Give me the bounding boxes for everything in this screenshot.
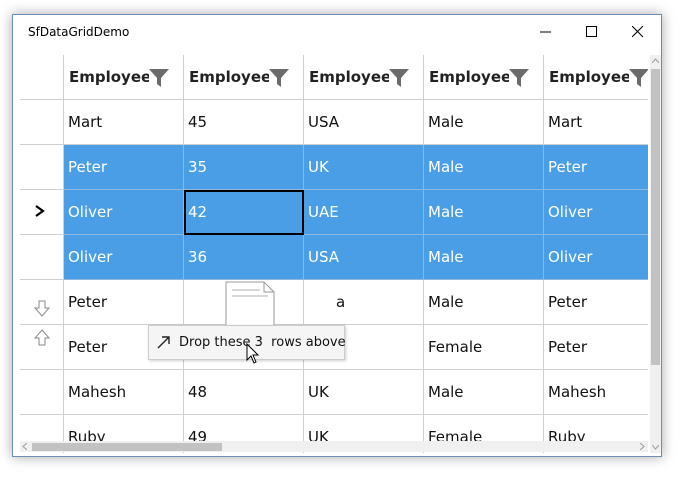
minimize-button[interactable] [523, 15, 569, 49]
current-cell[interactable]: 42 [184, 190, 304, 235]
vertical-scroll-thumb[interactable] [651, 69, 660, 365]
table-cell[interactable]: 48 [184, 370, 304, 415]
table-cell[interactable]: a [304, 280, 424, 325]
table-cell[interactable]: 45 [184, 100, 304, 145]
table-cell[interactable]: UAE [304, 190, 424, 235]
column-header-label: EmployeeGender [429, 68, 509, 86]
table-row[interactable]: Peter a Male Peter [20, 280, 648, 325]
table-cell[interactable]: USA [304, 235, 424, 280]
horizontal-scroll-thumb[interactable] [32, 443, 222, 451]
scroll-left-icon[interactable] [22, 443, 27, 450]
arrow-up-outline-icon [34, 329, 50, 346]
table-cell[interactable]: Oliver [64, 235, 184, 280]
scroll-up-icon[interactable] [652, 58, 659, 63]
column-header[interactable]: EmployeeGender [424, 55, 544, 100]
column-header-label: EmployeeCountry [309, 68, 389, 86]
arrow-down-outline-icon [34, 300, 50, 317]
title-bar[interactable]: SfDataGridDemo [13, 15, 661, 49]
table-cell[interactable]: Male [424, 190, 544, 235]
row-header-cell[interactable] [20, 370, 64, 415]
mouse-pointer-icon [246, 343, 260, 364]
maximize-icon [586, 26, 597, 37]
table-cell[interactable]: Oliver [544, 235, 648, 280]
horizontal-scrollbar[interactable] [20, 441, 648, 452]
table-cell[interactable]: 35 [184, 145, 304, 190]
column-header[interactable]: EmployeeName [544, 55, 648, 100]
filter-icon[interactable] [269, 68, 289, 88]
table-row[interactable]: Peter 35 UK Male Peter [20, 145, 648, 190]
table-cell[interactable]: Peter [544, 325, 648, 370]
table-row[interactable]: Oliver 42 UAE Male Oliver [20, 190, 648, 235]
window-title: SfDataGridDemo [28, 25, 130, 39]
filter-icon[interactable] [509, 68, 529, 88]
header-row: EmployeeName EmployeeAge EmployeeCountry… [20, 55, 648, 100]
table-cell[interactable]: Oliver [64, 190, 184, 235]
column-header-label: EmployeeName [69, 68, 149, 86]
close-icon [632, 26, 644, 38]
table-cell[interactable]: Male [424, 370, 544, 415]
drag-drop-tooltip-text: Drop these 3 rows above [179, 335, 346, 350]
data-grid: EmployeeName EmployeeAge EmployeeCountry… [20, 55, 648, 453]
table-cell[interactable]: Oliver [544, 190, 648, 235]
close-button[interactable] [615, 15, 661, 49]
app-window: SfDataGridDemo EmployeeName EmployeeAge … [12, 14, 662, 457]
minimize-icon [540, 31, 551, 33]
table-cell[interactable]: Mahesh [64, 370, 184, 415]
table-row[interactable]: Oliver 36 USA Male Oliver [20, 235, 648, 280]
table-cell[interactable]: UK [304, 145, 424, 190]
row-header-cell[interactable] [20, 190, 64, 235]
vertical-scrollbar[interactable] [650, 55, 661, 453]
table-cell[interactable]: Mahesh [544, 370, 648, 415]
table-cell[interactable]: Female [424, 325, 544, 370]
chevron-right-icon [35, 205, 45, 217]
table-cell[interactable]: Peter [544, 280, 648, 325]
filter-icon[interactable] [149, 68, 169, 88]
column-header[interactable]: EmployeeName [64, 55, 184, 100]
table-cell[interactable]: 36 [184, 235, 304, 280]
column-header[interactable]: EmployeeCountry [304, 55, 424, 100]
table-row[interactable]: Mart 45 USA Male Mart [20, 100, 648, 145]
table-cell[interactable]: Peter [64, 145, 184, 190]
table-cell[interactable]: Peter [544, 145, 648, 190]
scroll-down-icon[interactable] [652, 445, 659, 450]
filter-icon[interactable] [629, 68, 648, 88]
table-row[interactable]: Mahesh 48 UK Male Mahesh [20, 370, 648, 415]
scroll-right-icon[interactable] [640, 443, 645, 450]
table-cell[interactable]: Male [424, 100, 544, 145]
header-corner-cell [20, 55, 64, 100]
row-header-cell[interactable] [20, 325, 64, 370]
table-cell[interactable]: Peter [64, 280, 184, 325]
row-header-cell[interactable] [20, 235, 64, 280]
table-cell[interactable]: Male [424, 145, 544, 190]
table-cell[interactable]: Male [424, 280, 544, 325]
column-header-label: EmployeeName [549, 68, 629, 86]
table-cell[interactable]: UK [304, 370, 424, 415]
row-header-cell[interactable] [20, 145, 64, 190]
row-header-cell[interactable] [20, 280, 64, 325]
table-cell[interactable]: Mart [64, 100, 184, 145]
table-cell[interactable]: Mart [544, 100, 648, 145]
filter-icon[interactable] [389, 68, 409, 88]
maximize-button[interactable] [569, 15, 615, 49]
column-header[interactable]: EmployeeAge [184, 55, 304, 100]
arrow-up-right-icon [157, 336, 170, 349]
table-cell[interactable]: Male [424, 235, 544, 280]
row-header-cell[interactable] [20, 100, 64, 145]
table-cell[interactable]: USA [304, 100, 424, 145]
column-header-label: EmployeeAge [189, 68, 269, 86]
